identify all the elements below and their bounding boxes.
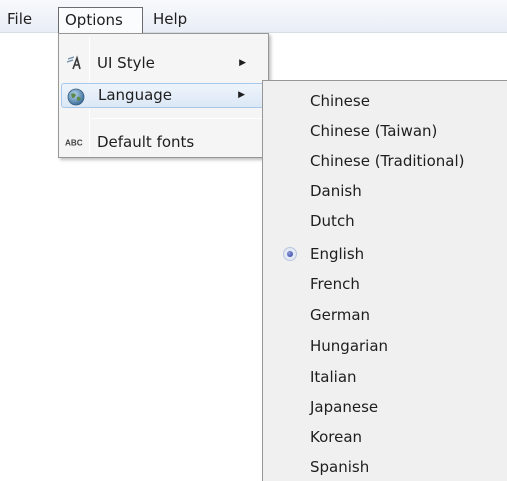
language-item-italian[interactable]: Italian [263, 362, 507, 392]
submenu-arrow-icon: ▶ [239, 58, 246, 68]
menu-item-label: Language [98, 86, 173, 104]
language-submenu: Chinese Chinese (Taiwan) Chinese (Tradit… [262, 80, 507, 481]
menu-item-label: UI Style [97, 54, 155, 72]
menu-options[interactable]: Options [58, 7, 143, 34]
language-label: Dutch [310, 212, 355, 230]
language-item-spanish[interactable]: Spanish [263, 452, 507, 481]
language-label: German [310, 306, 371, 324]
language-item-danish[interactable]: Danish [263, 176, 507, 206]
language-label: Spanish [310, 458, 370, 476]
language-item-chinese-traditional[interactable]: Chinese (Traditional) [263, 146, 507, 176]
language-label: Italian [310, 368, 357, 386]
language-label: Chinese (Taiwan) [310, 122, 438, 140]
menu-item-ui-style[interactable]: UI Style ▶ [61, 50, 266, 76]
language-item-english[interactable]: English [263, 239, 507, 269]
abc-fonts-icon: ABC [65, 132, 85, 152]
globe-icon [66, 87, 86, 107]
submenu-arrow-icon: ▶ [238, 90, 245, 100]
menu-separator [91, 118, 264, 119]
menu-item-label: Default fonts [97, 133, 195, 151]
language-item-german[interactable]: German [263, 300, 507, 330]
language-label: Japanese [310, 398, 379, 416]
options-dropdown: UI Style ▶ Language ▶ ABC Default fonts [58, 33, 269, 158]
radio-selected-icon [283, 247, 297, 261]
menu-help[interactable]: Help [148, 7, 192, 33]
menu-item-default-fonts[interactable]: ABC Default fonts [61, 129, 266, 155]
language-item-japanese[interactable]: Japanese [263, 392, 507, 422]
language-label: French [310, 275, 360, 293]
menu-bar: File Options Help [0, 0, 507, 34]
language-item-dutch[interactable]: Dutch [263, 206, 507, 236]
menu-item-language[interactable]: Language ▶ [61, 83, 266, 108]
language-item-chinese[interactable]: Chinese [263, 86, 507, 116]
language-label: Chinese (Traditional) [310, 152, 465, 170]
language-item-chinese-taiwan[interactable]: Chinese (Taiwan) [263, 116, 507, 146]
language-label: Danish [310, 182, 362, 200]
ui-style-icon [65, 53, 85, 73]
menu-file[interactable]: File [2, 7, 37, 33]
language-item-french[interactable]: French [263, 269, 507, 299]
language-item-hungarian[interactable]: Hungarian [263, 331, 507, 361]
language-item-korean[interactable]: Korean [263, 422, 507, 452]
svg-text:ABC: ABC [65, 139, 83, 148]
language-label: English [310, 245, 365, 263]
language-label: Hungarian [310, 337, 389, 355]
language-label: Chinese [310, 92, 370, 110]
language-label: Korean [310, 428, 363, 446]
